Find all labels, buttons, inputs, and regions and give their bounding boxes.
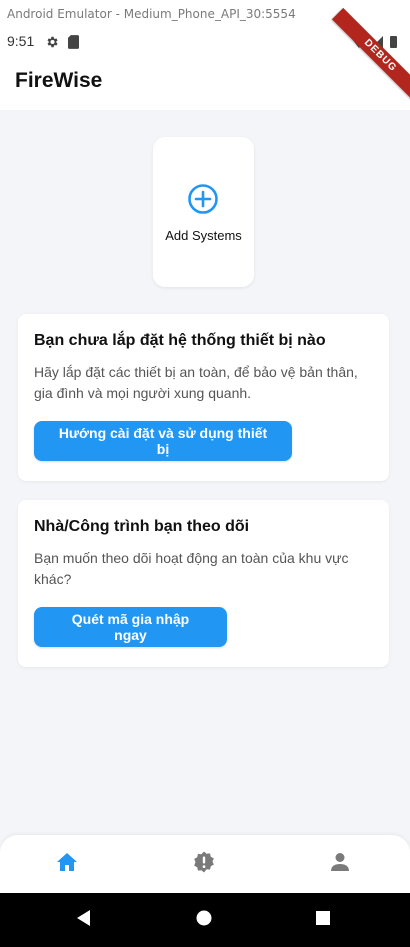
home-icon[interactable]: [55, 850, 79, 874]
back-icon[interactable]: [74, 908, 94, 928]
sd-card-icon: [68, 35, 79, 49]
setup-guide-button[interactable]: Hướng cài đặt và sử dụng thiết bị: [34, 421, 292, 461]
followed-buildings-card: Nhà/Công trình bạn theo dõi Bạn muốn the…: [18, 500, 389, 667]
home-circle-icon[interactable]: [194, 908, 214, 928]
battery-icon: [390, 36, 397, 48]
status-time: 9:51: [7, 33, 35, 49]
card-title: Nhà/Công trình bạn theo dõi: [34, 518, 250, 535]
app-title: FireWise: [15, 69, 103, 92]
card-description: Bạn muốn theo dõi hoạt động an toàn của …: [34, 550, 349, 587]
gear-icon: [47, 36, 58, 48]
alert-badge-icon[interactable]: [192, 850, 216, 874]
recent-apps-icon[interactable]: [313, 908, 333, 928]
add-systems-button[interactable]: Add Systems: [153, 137, 254, 287]
person-icon[interactable]: [328, 850, 352, 874]
add-circle-icon: [188, 184, 218, 214]
card-title: Bạn chưa lắp đặt hệ thống thiết bị nào: [34, 332, 326, 349]
scan-join-button[interactable]: Quét mã gia nhập ngay: [34, 607, 227, 647]
no-devices-card: Bạn chưa lắp đặt hệ thống thiết bị nào H…: [18, 314, 389, 481]
add-systems-label: Add Systems: [165, 228, 242, 243]
app-window: Android Emulator - Medium_Phone_API_30:5…: [0, 0, 410, 947]
app-bar: FireWise: [0, 54, 410, 110]
card-description: Hãy lắp đặt các thiết bị an toàn, để bảo…: [34, 364, 358, 401]
system-navigation-bar: [0, 893, 410, 947]
bottom-navigation: [0, 835, 410, 893]
